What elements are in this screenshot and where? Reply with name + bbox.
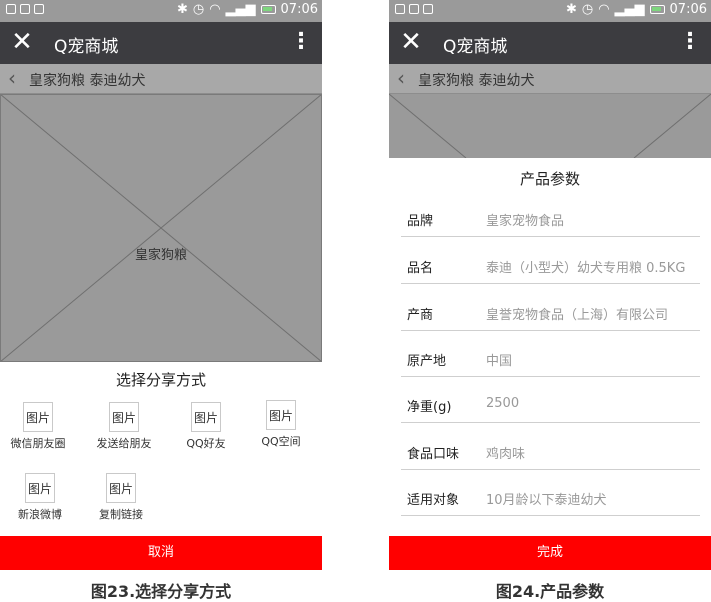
nav-title: 皇家狗粮 泰迪幼犬	[418, 73, 535, 89]
bluetooth-icon: ✱	[565, 2, 577, 17]
close-icon: ✕	[11, 27, 33, 57]
more-button[interactable]: ⋮	[679, 28, 701, 56]
nav-bar: ‹ 皇家狗粮 泰迪幼犬	[0, 64, 322, 94]
share-wechat-moments[interactable]: 图片 微信朋友圈	[0, 402, 78, 451]
more-button[interactable]: ⋮	[290, 28, 312, 56]
signal-icon: ▂▄▆	[614, 2, 645, 17]
share-label: 微信朋友圈	[10, 437, 66, 450]
share-label: QQ空间	[261, 435, 301, 448]
title-bar: ✕ Q宠商城 ⋮	[389, 22, 711, 64]
bluetooth-icon: ✱	[176, 2, 188, 17]
param-row-manufacturer: 产商 皇誉宠物食品（上海）有限公司	[401, 294, 700, 331]
notification-icon	[6, 4, 16, 14]
param-row-name: 品名 泰迪（小型犬）幼犬专用粮 0.5KG	[401, 247, 700, 284]
param-value: 中国	[486, 354, 513, 369]
product-image-label: 皇家狗粮	[134, 248, 187, 263]
notification-icon	[395, 4, 405, 14]
status-bar: ✱ ◷ ◠ ▂▄▆ 07:06	[389, 0, 711, 22]
notification-icon	[34, 4, 44, 14]
param-row-flavor: 食品口味 鸡肉味	[401, 433, 700, 470]
param-value: 皇家宠物食品	[486, 214, 565, 229]
status-time: 07:06	[669, 2, 707, 17]
close-icon: ✕	[400, 27, 422, 57]
param-label: 品牌	[407, 214, 434, 229]
alarm-icon: ◷	[192, 2, 205, 17]
share-copy-link[interactable]: 图片 复制链接	[81, 473, 161, 522]
params-screen: ✱ ◷ ◠ ▂▄▆ 07:06 ✕ Q宠商城 ⋮ ‹ 皇家狗粮 泰迪幼犬 产品参…	[389, 0, 711, 570]
status-time: 07:06	[280, 2, 318, 17]
share-qq-zone[interactable]: 图片 QQ空间	[241, 400, 321, 449]
placeholder-cross-icon	[389, 94, 711, 158]
param-row-origin: 原产地 中国	[401, 340, 700, 377]
chevron-left-icon: ‹	[397, 66, 405, 90]
back-button[interactable]: ‹	[8, 67, 16, 89]
alarm-icon: ◷	[581, 2, 594, 17]
share-label: QQ好友	[186, 437, 226, 450]
app-title: Q宠商城	[54, 37, 119, 57]
notification-icon	[423, 4, 433, 14]
notification-icons	[6, 4, 44, 14]
param-label: 品名	[407, 261, 434, 276]
param-label: 净重(g)	[407, 400, 452, 415]
battery-icon	[649, 5, 665, 14]
param-value: 皇誉宠物食品（上海）有限公司	[486, 308, 669, 323]
wifi-icon: ◠	[209, 2, 221, 17]
title-bar: ✕ Q宠商城 ⋮	[0, 22, 322, 64]
chevron-left-icon: ‹	[8, 66, 16, 90]
done-button[interactable]: 完成	[389, 536, 711, 570]
product-image-placeholder: 皇家狗粮	[0, 94, 322, 362]
share-image-icon: 图片	[23, 402, 53, 432]
notification-icon	[20, 4, 30, 14]
close-button[interactable]: ✕	[8, 28, 36, 56]
share-label: 复制链接	[99, 508, 143, 521]
cancel-button[interactable]: 取消	[0, 536, 322, 570]
share-qq-friend[interactable]: 图片 QQ好友	[166, 402, 246, 451]
param-value: 2500	[486, 396, 520, 411]
product-params-sheet: 产品参数 品牌 皇家宠物食品 品名 泰迪（小型犬）幼犬专用粮 0.5KG 产商 …	[389, 158, 711, 570]
share-image-icon: 图片	[191, 402, 221, 432]
system-icons: ✱ ◷ ◠ ▂▄▆ 07:06	[177, 2, 318, 17]
param-row-weight: 净重(g) 2500	[401, 386, 700, 423]
notification-icon	[409, 4, 419, 14]
placeholder-cross-icon	[0, 94, 322, 362]
param-value: 泰迪（小型犬）幼犬专用粮 0.5KG	[486, 261, 686, 276]
nav-bar: ‹ 皇家狗粮 泰迪幼犬	[389, 64, 711, 94]
share-sina-weibo[interactable]: 图片 新浪微博	[0, 473, 80, 522]
back-button[interactable]: ‹	[397, 67, 405, 89]
battery-icon	[260, 5, 276, 14]
more-vertical-icon: ⋮	[679, 29, 701, 54]
share-label: 发送给朋友	[96, 437, 152, 450]
figure-caption: 图24.产品参数	[495, 582, 605, 601]
param-value: 鸡肉味	[486, 447, 526, 462]
param-row-brand: 品牌 皇家宠物食品	[401, 200, 700, 237]
app-title: Q宠商城	[443, 37, 508, 57]
param-label: 产商	[407, 308, 434, 323]
product-image-placeholder	[389, 94, 711, 158]
param-value: 10月龄以下泰迪幼犬	[486, 493, 607, 508]
share-image-icon: 图片	[106, 473, 136, 503]
share-image-icon: 图片	[25, 473, 55, 503]
figure-caption: 图23.选择分享方式	[90, 582, 232, 601]
share-image-icon: 图片	[266, 400, 296, 430]
param-label: 原产地	[407, 354, 447, 369]
notification-icons	[395, 4, 433, 14]
share-label: 新浪微博	[18, 508, 62, 521]
nav-title: 皇家狗粮 泰迪幼犬	[29, 73, 146, 89]
share-send-to-friend[interactable]: 图片 发送给朋友	[84, 402, 164, 451]
share-screen: ✱ ◷ ◠ ▂▄▆ 07:06 ✕ Q宠商城 ⋮ ‹ 皇家狗粮 泰迪幼犬 皇家狗…	[0, 0, 322, 570]
share-sheet: 选择分享方式 图片 微信朋友圈 图片 发送给朋友 图片 QQ好友 图片 QQ空间…	[0, 362, 322, 570]
param-row-target: 适用对象 10月龄以下泰迪幼犬	[401, 479, 700, 516]
wifi-icon: ◠	[598, 2, 610, 17]
param-label: 适用对象	[407, 493, 460, 508]
param-label: 食品口味	[407, 447, 460, 462]
close-button[interactable]: ✕	[397, 28, 425, 56]
system-icons: ✱ ◷ ◠ ▂▄▆ 07:06	[566, 2, 707, 17]
more-vertical-icon: ⋮	[290, 29, 312, 54]
share-image-icon: 图片	[109, 402, 139, 432]
params-title: 产品参数	[519, 170, 580, 188]
status-bar: ✱ ◷ ◠ ▂▄▆ 07:06	[0, 0, 322, 22]
share-sheet-title: 选择分享方式	[115, 371, 206, 389]
signal-icon: ▂▄▆	[225, 2, 256, 17]
